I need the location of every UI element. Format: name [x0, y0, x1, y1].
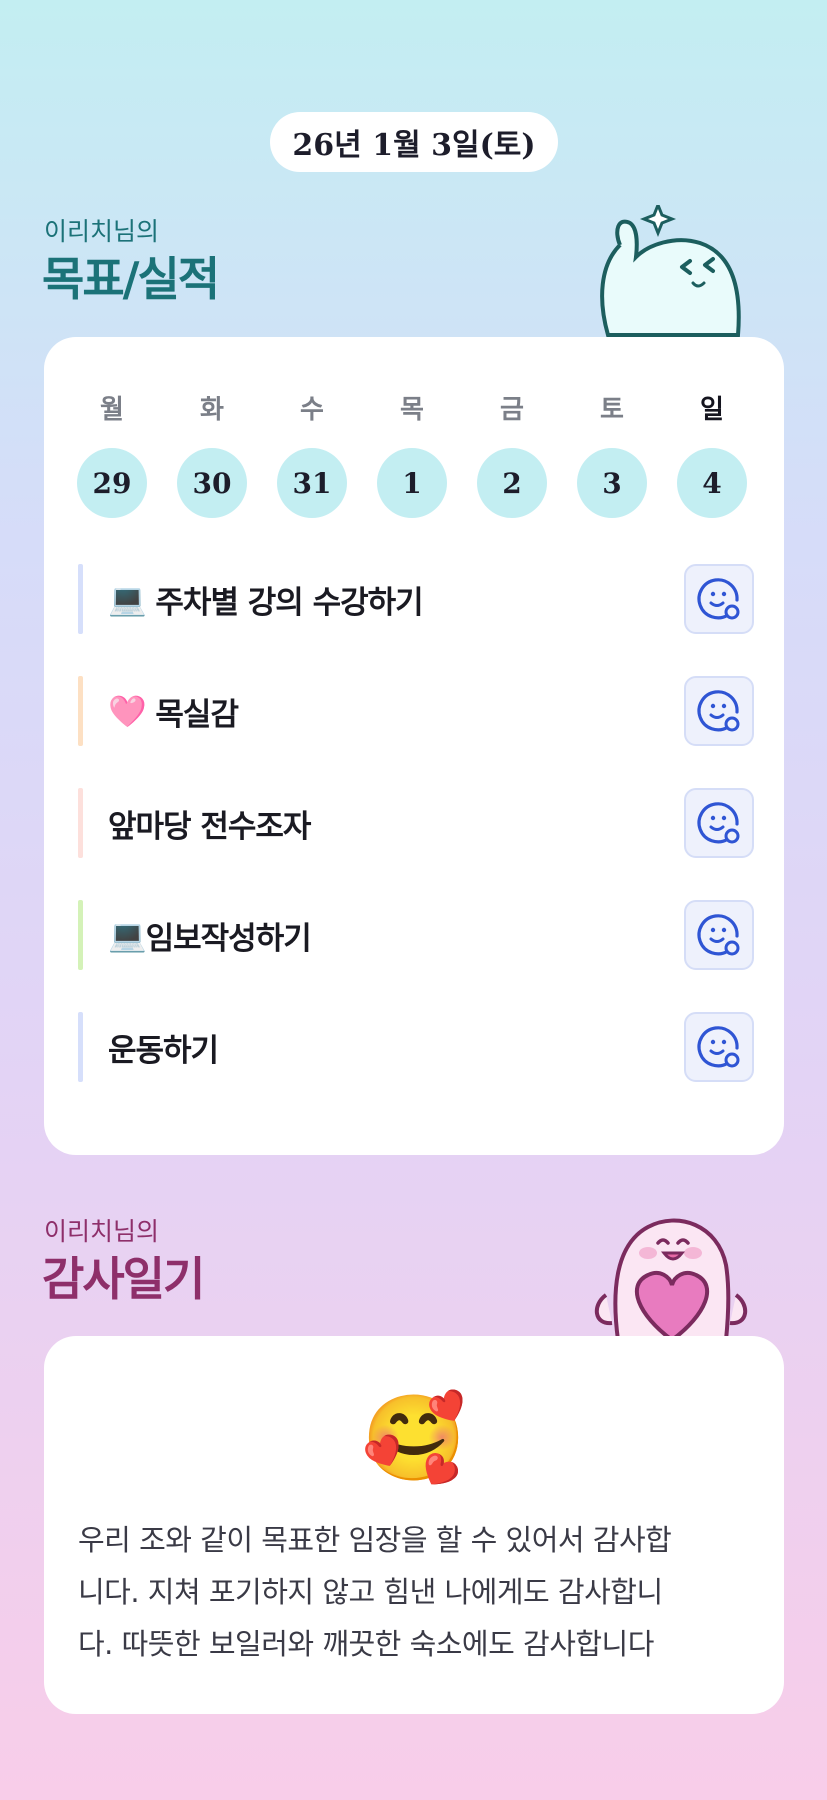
smiling-hearts-emoji: 🥰	[361, 1389, 467, 1487]
day-circle[interactable]: 1	[377, 448, 447, 518]
goal-color-bar	[78, 900, 83, 970]
day-circle[interactable]: 4	[677, 448, 747, 518]
goal-label: 🩷 목실감	[108, 676, 239, 746]
day-circle[interactable]: 29	[77, 448, 147, 518]
goals-card: 월 화 수 목 금 토 일 29 30 31 1 2 3 4 💻 주차별 강의 …	[44, 337, 784, 1155]
goal-item: 운동하기	[78, 1012, 754, 1082]
thanks-line: 다. 따뜻한 보일러와 깨끗한 숙소에도 감사합니다	[78, 1627, 654, 1661]
day-circle[interactable]: 30	[177, 448, 247, 518]
weekday-sun: 일	[700, 395, 724, 425]
goal-text: 목실감	[155, 696, 239, 733]
goal-label: 앞마당 전수조자	[108, 788, 311, 858]
goal-label: 💻 주차별 강의 수강하기	[108, 564, 424, 634]
day-circle[interactable]: 31	[277, 448, 347, 518]
thanks-line: 니다. 지쳐 포기하지 않고 힘낸 나에게도 감사합니	[78, 1575, 663, 1609]
goal-color-bar	[78, 788, 83, 858]
goal-text: 임보작성하기	[145, 920, 312, 957]
goal-text: 운동하기	[108, 1032, 219, 1069]
weekday-sat: 토	[600, 395, 624, 425]
goal-label: 운동하기	[108, 1012, 219, 1082]
weekday-row: 월 화 수 목 금 토 일	[77, 389, 777, 429]
day-circle[interactable]: 2	[477, 448, 547, 518]
laptop-icon: 💻	[108, 581, 147, 618]
thanks-line: 우리 조와 같이 목표한 임장을 할 수 있어서 감사합	[78, 1523, 672, 1557]
smile-feedback-icon	[697, 690, 740, 732]
date-pill: 26년 1월 3일(토)	[270, 112, 558, 172]
smile-feedback-icon	[697, 802, 740, 844]
goal-feedback-button[interactable]	[684, 1012, 754, 1082]
smile-feedback-icon	[697, 914, 740, 956]
goal-feedback-button[interactable]	[684, 676, 754, 746]
day-circle[interactable]: 3	[577, 448, 647, 518]
thanks-card: 🥰 우리 조와 같이 목표한 임장을 할 수 있어서 감사합 니다. 지쳐 포기…	[44, 1336, 784, 1714]
weekday-thu: 목	[400, 395, 424, 425]
date-label: 26년 1월 3일(토)	[292, 128, 536, 163]
ghost-mascot-icon	[600, 205, 741, 337]
goals-title: 목표/실적	[42, 252, 220, 306]
weekday-wed: 수	[300, 395, 324, 425]
ghost-heart-mascot-icon	[595, 1218, 747, 1340]
smile-feedback-icon	[697, 578, 740, 620]
thanks-text: 우리 조와 같이 목표한 임장을 할 수 있어서 감사합 니다. 지쳐 포기하지…	[78, 1514, 758, 1670]
goal-color-bar	[78, 676, 83, 746]
goal-text: 앞마당 전수조자	[108, 808, 311, 845]
date-row: 29 30 31 1 2 3 4	[77, 448, 777, 518]
heart-icon: 🩷	[108, 693, 147, 730]
goal-feedback-button[interactable]	[684, 564, 754, 634]
goal-item: 🩷 목실감	[78, 676, 754, 746]
goal-item: 앞마당 전수조자	[78, 788, 754, 858]
weekday-tue: 화	[200, 395, 224, 425]
weekday-fri: 금	[500, 395, 524, 425]
goal-item: 💻 주차별 강의 수강하기	[78, 564, 754, 634]
goal-color-bar	[78, 564, 83, 634]
laptop-icon: 💻	[108, 917, 147, 954]
goal-feedback-button[interactable]	[684, 900, 754, 970]
goal-color-bar	[78, 1012, 83, 1082]
smile-feedback-icon	[697, 1026, 740, 1068]
goal-item: 💻 임보작성하기	[78, 900, 754, 970]
goal-label: 💻 임보작성하기	[108, 900, 312, 970]
weekday-mon: 월	[100, 395, 124, 425]
goal-feedback-button[interactable]	[684, 788, 754, 858]
thanks-title: 감사일기	[42, 1252, 205, 1306]
goal-text: 주차별 강의 수강하기	[155, 584, 423, 621]
